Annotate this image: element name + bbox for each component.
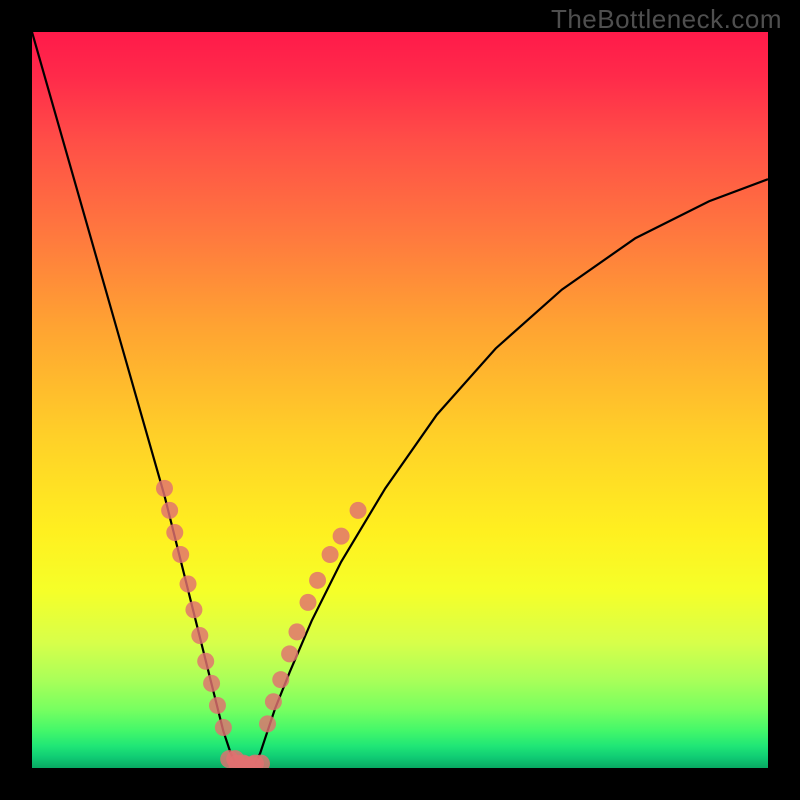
bottleneck-curve-path (32, 32, 768, 768)
watermark-text: TheBottleneck.com (551, 4, 782, 35)
bead-marker (191, 627, 208, 644)
beads-left-group (156, 480, 232, 736)
bead-marker (259, 715, 276, 732)
bead-marker (180, 576, 197, 593)
plot-inner (32, 32, 768, 768)
bead-marker (322, 546, 339, 563)
bead-marker (172, 546, 189, 563)
bead-marker (350, 502, 367, 519)
bead-marker (265, 693, 282, 710)
bead-marker (161, 502, 178, 519)
bead-marker (156, 480, 173, 497)
bead-marker (203, 675, 220, 692)
bead-marker (197, 653, 214, 670)
bead-marker (333, 528, 350, 545)
plot-area (32, 32, 768, 768)
bead-marker (166, 524, 183, 541)
curve-layer (32, 32, 768, 768)
bead-marker (272, 671, 289, 688)
chart-frame: TheBottleneck.com (0, 0, 800, 800)
bead-marker (288, 623, 305, 640)
bead-marker (281, 645, 298, 662)
bead-marker (209, 697, 226, 714)
bead-marker (215, 719, 232, 736)
bottom-pills-group (220, 750, 270, 768)
bead-marker (185, 601, 202, 618)
bead-marker (300, 594, 317, 611)
bead-marker (309, 572, 326, 589)
